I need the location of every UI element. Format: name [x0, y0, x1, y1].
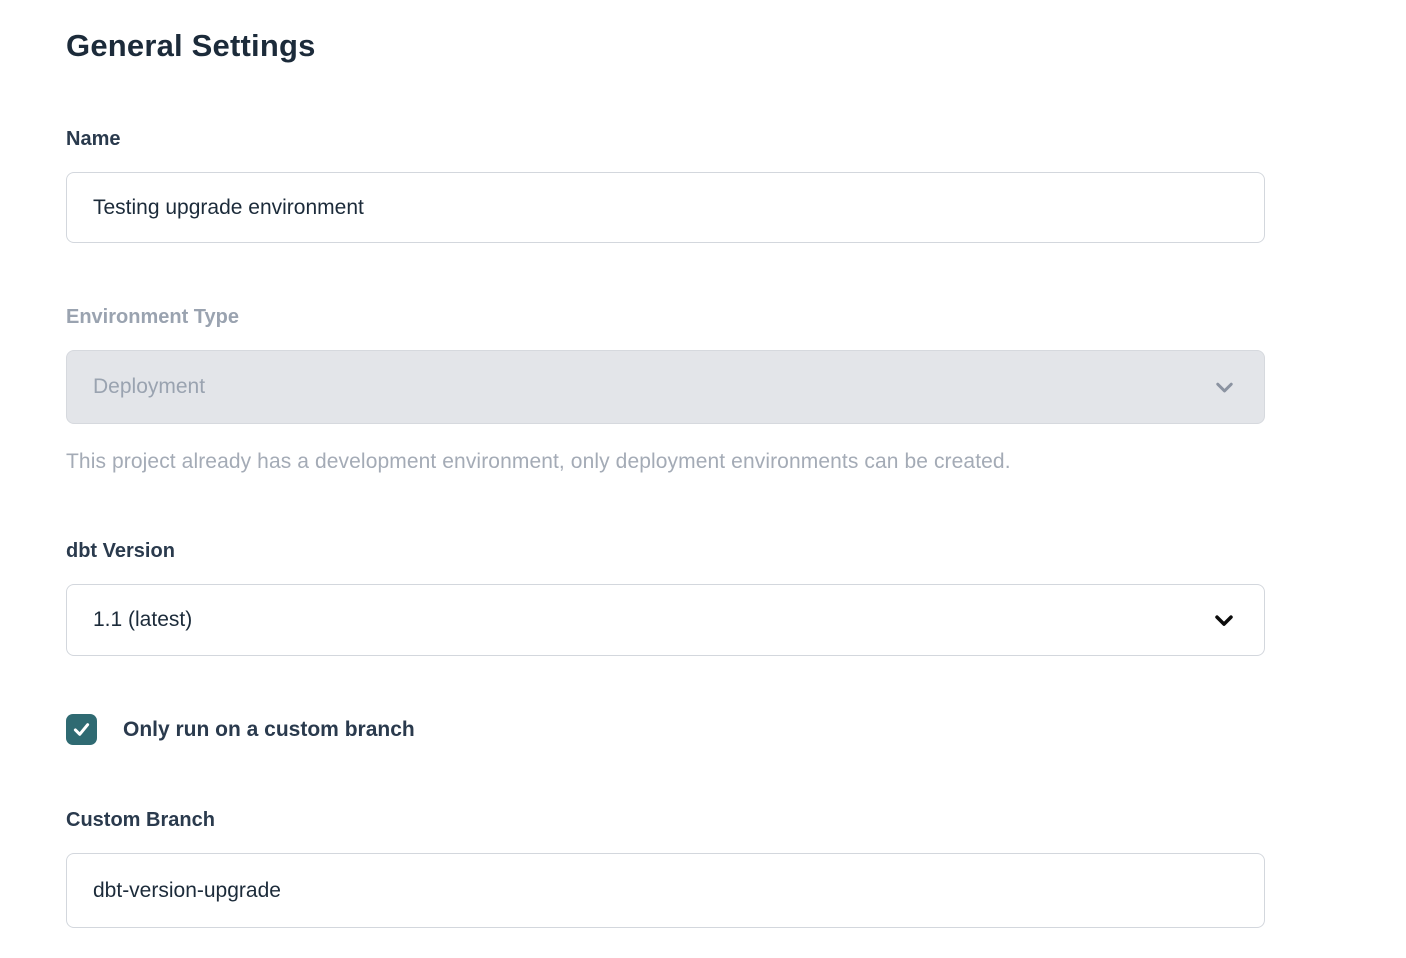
environment-type-helper-text: This project already has a development e… — [66, 450, 1265, 474]
name-input[interactable] — [66, 172, 1265, 243]
page-title: General Settings — [66, 28, 1265, 64]
dbt-version-field-group: dbt Version 1.1 (latest) — [66, 540, 1265, 656]
custom-branch-field-group: Custom Branch — [66, 809, 1265, 928]
chevron-down-icon — [1211, 374, 1238, 401]
name-label: Name — [66, 128, 1265, 151]
custom-branch-checkbox-row: Only run on a custom branch — [66, 714, 1265, 745]
check-icon — [71, 719, 92, 740]
environment-type-value: Deployment — [93, 375, 205, 399]
general-settings-page: General Settings Name Environment Type D… — [0, 0, 1406, 958]
custom-branch-checkbox[interactable] — [66, 714, 97, 745]
dbt-version-select[interactable]: 1.1 (latest) — [66, 584, 1265, 656]
environment-type-field-group: Environment Type Deployment This project… — [66, 306, 1265, 474]
custom-branch-label: Custom Branch — [66, 809, 1265, 832]
environment-type-label: Environment Type — [66, 306, 1265, 329]
settings-form: General Settings Name Environment Type D… — [66, 28, 1265, 928]
custom-branch-checkbox-label[interactable]: Only run on a custom branch — [123, 718, 415, 742]
dbt-version-value: 1.1 (latest) — [93, 608, 192, 632]
custom-branch-input[interactable] — [66, 853, 1265, 928]
environment-type-select: Deployment — [66, 350, 1265, 424]
name-field-group: Name — [66, 128, 1265, 243]
chevron-down-icon — [1210, 606, 1238, 634]
dbt-version-label: dbt Version — [66, 540, 1265, 563]
